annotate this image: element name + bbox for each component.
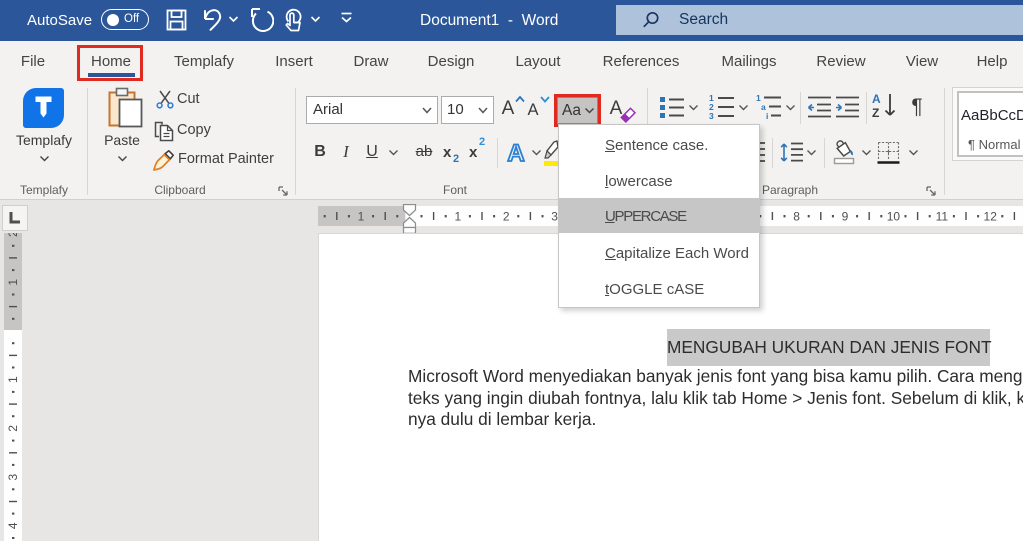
svg-text:12: 12 [984, 210, 998, 224]
svg-text:1: 1 [454, 210, 461, 224]
svg-text:2: 2 [503, 210, 510, 224]
svg-text:1: 1 [358, 210, 365, 224]
svg-text:1: 1 [6, 279, 20, 286]
svg-text:8: 8 [793, 210, 800, 224]
svg-text:2: 2 [6, 425, 20, 432]
svg-text:9: 9 [842, 210, 849, 224]
svg-text:3: 3 [709, 111, 714, 120]
svg-text:i: i [766, 111, 768, 120]
svg-text:A: A [507, 140, 524, 166]
svg-text:3: 3 [6, 473, 20, 480]
svg-text:10: 10 [887, 210, 901, 224]
svg-text:Z: Z [872, 106, 879, 120]
svg-text:1: 1 [6, 376, 20, 383]
svg-text:2: 2 [6, 233, 20, 237]
svg-text:4: 4 [6, 522, 20, 529]
svg-text:A: A [872, 92, 881, 106]
svg-text:11: 11 [936, 210, 949, 224]
